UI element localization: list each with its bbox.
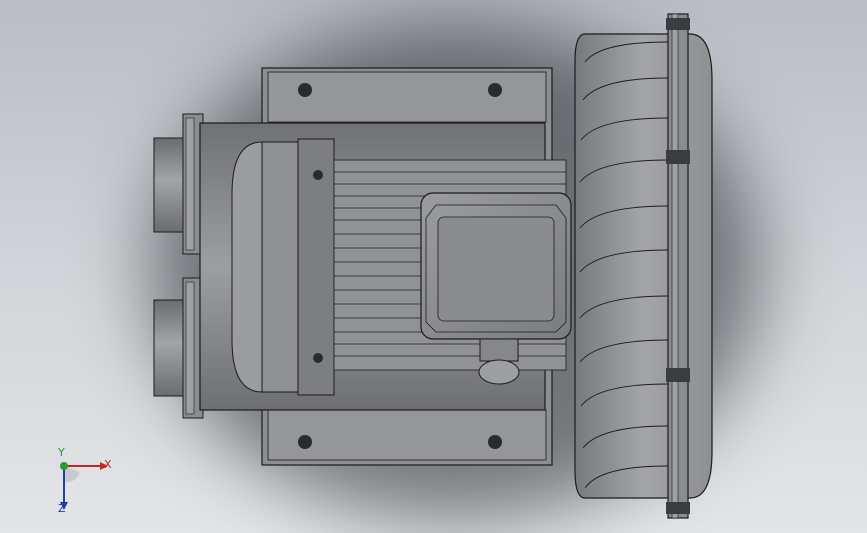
cable-gland xyxy=(478,338,520,385)
triad-z-label: Z xyxy=(58,502,66,515)
triad-x-label: X xyxy=(104,458,112,471)
outlet-pipe-bottom[interactable] xyxy=(153,277,204,419)
graphics-viewport[interactable]: X Y Z xyxy=(0,0,867,533)
triad-y-label: Y xyxy=(58,446,65,459)
reference-triad: X Y Z xyxy=(48,446,118,518)
y-axis-dot xyxy=(60,462,68,470)
blower-model[interactable] xyxy=(0,0,867,533)
inlet-pipe-top[interactable] xyxy=(153,113,204,255)
terminal-box[interactable] xyxy=(420,192,572,340)
